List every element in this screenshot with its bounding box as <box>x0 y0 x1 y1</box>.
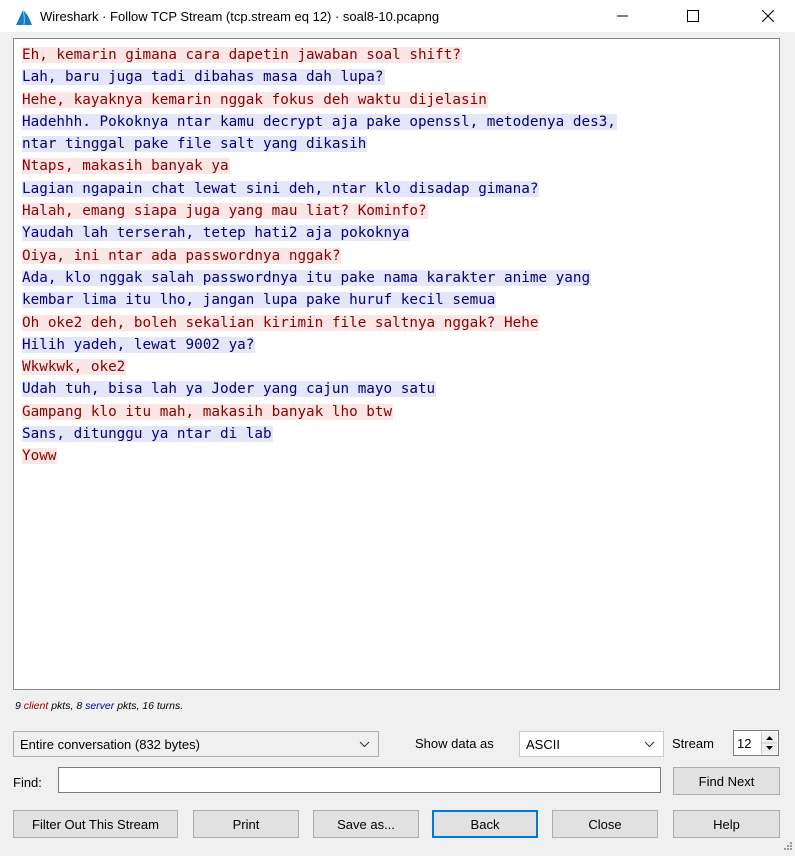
client-message-line: Hehe, kayaknya kemarin nggak fokus deh w… <box>22 89 779 111</box>
close-button[interactable]: Close <box>552 810 658 838</box>
server-message-line: Sans, ditunggu ya ntar di lab <box>22 423 779 445</box>
message-text: Halah, emang siapa juga yang mau liat? K… <box>22 203 428 220</box>
close-icon <box>762 10 774 22</box>
client-message-line: Ntaps, makasih banyak ya <box>22 155 779 177</box>
server-message-line: Hadehhh. Pokoknya ntar kamu decrypt aja … <box>22 111 779 133</box>
window-title: Wireshark · Follow TCP Stream (tcp.strea… <box>40 9 440 24</box>
stream-stats: 9 client pkts, 8 server pkts, 16 turns. <box>15 700 183 712</box>
client-message-line: Eh, kemarin gimana cara dapetin jawaban … <box>22 44 779 66</box>
pkts-label: pkts, <box>51 700 74 712</box>
find-input[interactable] <box>58 767 661 793</box>
server-message-line: Yaudah lah terserah, tetep hati2 aja pok… <box>22 222 779 244</box>
message-text: Udah tuh, bisa lah ya Joder yang cajun m… <box>22 381 437 398</box>
client-message-line: Oiya, ini ntar ada passwordnya nggak? <box>22 245 779 267</box>
server-count: 8 <box>76 700 83 712</box>
find-label: Find: <box>13 775 42 790</box>
maximize-icon <box>687 10 699 22</box>
server-message-line: Ada, klo nggak salah passwordnya itu pak… <box>22 267 779 289</box>
conversation-select[interactable]: Entire conversation (832 bytes) <box>13 731 379 757</box>
stream-spinbox[interactable]: 12 <box>733 730 779 756</box>
find-next-button[interactable]: Find Next <box>673 767 780 795</box>
message-text: Lah, baru juga tadi dibahas masa dah lup… <box>22 69 385 86</box>
client-count: 9 <box>15 700 21 712</box>
print-button[interactable]: Print <box>193 810 299 838</box>
message-text: Hadehhh. Pokoknya ntar kamu decrypt aja … <box>22 113 617 130</box>
filter-out-stream-button[interactable]: Filter Out This Stream <box>13 810 178 838</box>
server-message-line: Lagian ngapain chat lewat sini deh, ntar… <box>22 178 779 200</box>
message-text: Sans, ditunggu ya ntar di lab <box>22 426 273 443</box>
message-text: Eh, kemarin gimana cara dapetin jawaban … <box>22 47 462 63</box>
show-data-label: Show data as <box>415 736 494 751</box>
client-message-line: Wkwkwk, oke2 <box>22 356 779 378</box>
chevron-down-icon <box>644 738 655 753</box>
conversation-select-value: Entire conversation (832 bytes) <box>20 736 200 752</box>
minimize-button[interactable] <box>600 0 646 32</box>
stream-number: 12 <box>737 736 752 751</box>
message-text: Hilih yadeh, lewat 9002 ya? <box>22 336 256 353</box>
message-text: Yoww <box>22 448 58 465</box>
client-message-line: Yoww <box>22 445 779 467</box>
back-button[interactable]: Back <box>432 810 538 838</box>
wireshark-fin-icon <box>14 7 34 27</box>
client-message-line: Gampang klo itu mah, makasih banyak lho … <box>22 401 779 423</box>
message-text: Oh oke2 deh, boleh sekalian kirimin file… <box>22 314 540 331</box>
message-text: Ada, klo nggak salah passwordnya itu pak… <box>22 269 592 286</box>
show-data-select-value: ASCII <box>526 736 560 752</box>
message-text: Ntaps, makasih banyak ya <box>22 158 230 175</box>
server-word: server <box>85 700 115 712</box>
show-data-select[interactable]: ASCII <box>519 731 664 757</box>
save-as-button[interactable]: Save as... <box>313 810 419 838</box>
message-text: Wkwkwk, oke2 <box>22 359 127 376</box>
pkts-turns-label: pkts, 16 turns. <box>117 700 184 712</box>
server-message-line: ntar tinggal pake file salt yang dikasih <box>22 133 779 155</box>
close-window-button[interactable] <box>745 0 791 32</box>
server-message-line: Lah, baru juga tadi dibahas masa dah lup… <box>22 66 779 88</box>
server-message-line: Hilih yadeh, lewat 9002 ya? <box>22 334 779 356</box>
message-text: Yaudah lah terserah, tetep hati2 aja pok… <box>22 225 411 242</box>
server-message-line: kembar lima itu lho, jangan lupa pake hu… <box>22 289 779 311</box>
maximize-button[interactable] <box>670 0 716 32</box>
message-text: Hehe, kayaknya kemarin nggak fokus deh w… <box>22 91 488 108</box>
message-text: Lagian ngapain chat lewat sini deh, ntar… <box>22 180 540 197</box>
server-message-line: Udah tuh, bisa lah ya Joder yang cajun m… <box>22 378 779 400</box>
spin-arrows-icon[interactable] <box>761 732 777 754</box>
stream-content[interactable]: Eh, kemarin gimana cara dapetin jawaban … <box>13 38 780 690</box>
client-message-line: Halah, emang siapa juga yang mau liat? K… <box>22 200 779 222</box>
client-word: client <box>23 700 49 712</box>
message-text: ntar tinggal pake file salt yang dikasih <box>22 136 368 153</box>
message-text: Gampang klo itu mah, makasih banyak lho … <box>22 403 394 420</box>
chevron-down-icon <box>359 738 370 753</box>
client-message-line: Oh oke2 deh, boleh sekalian kirimin file… <box>22 312 779 334</box>
help-button[interactable]: Help <box>673 810 780 838</box>
stream-label: Stream <box>672 736 714 751</box>
message-text: kembar lima itu lho, jangan lupa pake hu… <box>22 292 497 309</box>
title-bar: Wireshark · Follow TCP Stream (tcp.strea… <box>0 0 795 32</box>
resize-grip-icon[interactable] <box>783 839 793 854</box>
message-text: Oiya, ini ntar ada passwordnya nggak? <box>22 247 342 264</box>
minimize-icon <box>617 10 629 22</box>
